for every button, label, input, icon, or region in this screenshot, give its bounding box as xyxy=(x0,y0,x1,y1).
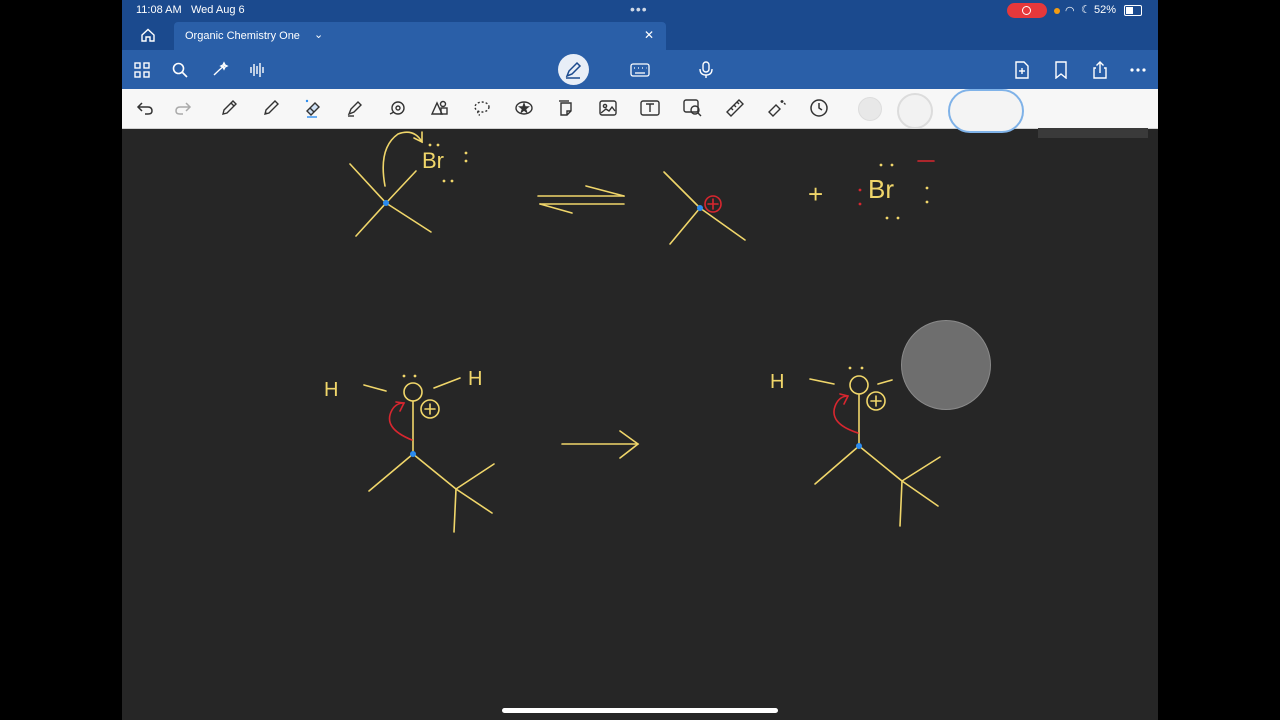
note-canvas[interactable]: + Br Br H H H xyxy=(122,128,1158,720)
ipad-screen: 11:08 AM Wed Aug 6 ••• ◠ ☾ 52% Organic C… xyxy=(122,0,1158,720)
equilibrium-arrows xyxy=(537,185,625,214)
lasso-tool-icon[interactable] xyxy=(471,97,493,119)
molecule-oxonium-left xyxy=(363,377,495,533)
close-icon[interactable]: ✕ xyxy=(644,28,654,42)
color-swatch-selected[interactable] xyxy=(948,89,1024,133)
label-br-left: Br xyxy=(422,148,444,173)
share-icon[interactable] xyxy=(1089,59,1111,81)
pen-tool-icon[interactable] xyxy=(218,97,240,119)
color-swatch-1[interactable] xyxy=(858,97,882,121)
blue-atom-markers xyxy=(383,200,862,457)
sparkle-icon[interactable] xyxy=(209,59,231,81)
home-indicator[interactable] xyxy=(502,708,778,713)
screen-record-icon[interactable] xyxy=(1007,3,1047,18)
redo-icon[interactable] xyxy=(172,97,194,119)
ruler-icon[interactable] xyxy=(724,97,746,119)
home-icon[interactable] xyxy=(140,27,156,48)
tab-bar: Organic Chemistry One ⌄ ✕ xyxy=(122,22,1158,50)
pointer-cursor xyxy=(901,320,991,410)
microphone-icon[interactable] xyxy=(695,59,717,81)
status-bar: 11:08 AM Wed Aug 6 ••• ◠ ☾ 52% xyxy=(122,0,1158,22)
red-dots xyxy=(858,188,862,206)
focus-moon-icon: ☾ xyxy=(1081,4,1091,16)
eraser-tool-icon[interactable] xyxy=(302,97,324,119)
sticker-tool-icon[interactable] xyxy=(513,97,535,119)
mic-indicator-icon xyxy=(1054,8,1060,14)
undo-icon[interactable] xyxy=(134,97,156,119)
scroll-indicator[interactable] xyxy=(1038,128,1148,138)
add-page-icon[interactable] xyxy=(1011,59,1033,81)
status-time: 11:08 AM xyxy=(136,4,182,16)
battery-percent: 52% xyxy=(1094,4,1117,16)
label-h-1: H xyxy=(324,379,338,401)
text-tool-icon[interactable] xyxy=(639,97,661,119)
sticky-note-icon[interactable] xyxy=(555,97,577,119)
color-swatch-2[interactable] xyxy=(897,93,933,129)
pen-mode-icon[interactable] xyxy=(562,59,584,81)
status-date: Wed Aug 6 xyxy=(191,4,245,16)
reaction-arrow xyxy=(561,430,640,459)
document-tab[interactable]: Organic Chemistry One ⌄ ✕ xyxy=(174,22,666,50)
top-toolbar xyxy=(122,50,1158,89)
bookmark-icon[interactable] xyxy=(1050,59,1072,81)
wifi-icon: ◠ xyxy=(1065,5,1075,17)
pencil-tool-icon[interactable] xyxy=(260,97,282,119)
label-br-right: Br xyxy=(868,174,894,204)
lone-pair-dots xyxy=(402,143,929,378)
shape-tool-icon[interactable] xyxy=(387,97,409,119)
drawing-toolbar xyxy=(122,89,1158,133)
multitasking-dots-icon[interactable]: ••• xyxy=(630,1,648,17)
plus-sign: + xyxy=(808,179,823,209)
document-title[interactable]: Organic Chemistry One xyxy=(185,30,300,42)
grid-icon[interactable] xyxy=(131,59,153,81)
waveform-icon[interactable] xyxy=(246,59,268,81)
image-tool-icon[interactable] xyxy=(597,97,619,119)
label-h-3: H xyxy=(770,371,784,393)
label-h-2: H xyxy=(468,368,482,390)
highlighter-tool-icon[interactable] xyxy=(344,97,366,119)
elements-tool-icon[interactable] xyxy=(429,97,451,119)
search-icon[interactable] xyxy=(169,59,191,81)
clock-icon[interactable] xyxy=(808,97,830,119)
battery-icon xyxy=(1124,5,1142,16)
zoom-tool-icon[interactable] xyxy=(682,97,704,119)
molecule-tbutyl-bromide xyxy=(349,131,432,237)
more-icon[interactable] xyxy=(1127,59,1149,81)
molecule-carbocation xyxy=(663,171,746,245)
keyboard-icon[interactable] xyxy=(629,59,651,81)
laser-pointer-icon[interactable] xyxy=(766,97,788,119)
chevron-down-icon[interactable]: ⌄ xyxy=(314,28,323,41)
